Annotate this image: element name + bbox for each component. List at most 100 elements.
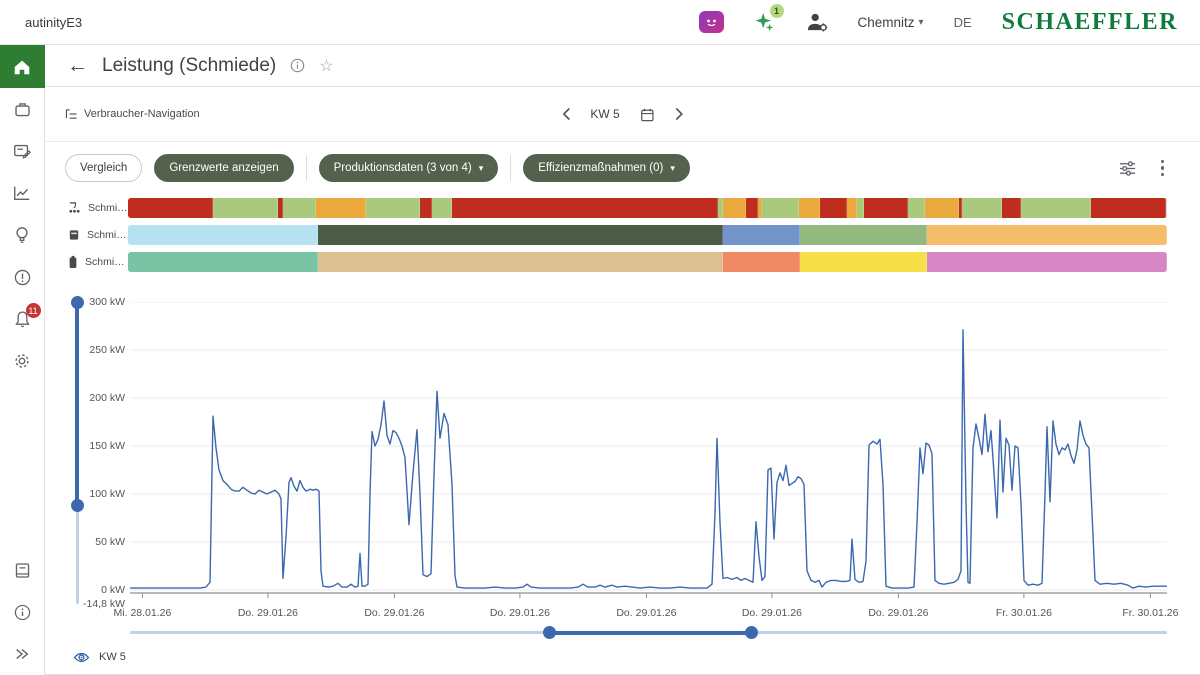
prev-week-button[interactable] [561, 107, 570, 121]
sidebar-item-alarms[interactable] [0, 256, 45, 298]
gantt-segment[interactable] [723, 225, 800, 245]
gantt-segment[interactable] [318, 252, 723, 272]
sidebar-item-reports[interactable] [0, 130, 45, 172]
gantt-row-label[interactable]: Schmi… [45, 255, 128, 269]
gantt-segment[interactable] [857, 198, 864, 218]
ai-sparkle-button[interactable]: 1 [754, 11, 776, 33]
compare-button[interactable]: Vergleich [65, 154, 142, 182]
gantt-segment[interactable] [746, 198, 758, 218]
production-data-dropdown[interactable]: Produktionsdaten (3 von 4)▾ [319, 154, 499, 182]
gantt-segment[interactable] [723, 198, 746, 218]
gantt-row: Schmi… [45, 221, 1200, 248]
gantt-segment[interactable] [1002, 198, 1021, 218]
location-label: Chemnitz [858, 15, 915, 30]
h-slider-handle-left[interactable] [543, 626, 556, 639]
plot-region[interactable] [130, 302, 1167, 604]
next-week-button[interactable] [675, 107, 684, 121]
gantt-segment[interactable] [847, 198, 857, 218]
sidebar-item-charts[interactable] [0, 172, 45, 214]
info-icon [13, 603, 32, 622]
sidebar-item-info[interactable] [0, 591, 45, 633]
back-button[interactable]: ← [67, 55, 88, 76]
efficiency-dropdown[interactable]: Effizienzmaßnahmen (0)▾ [523, 154, 690, 182]
toolbar-divider [510, 155, 511, 181]
gantt-row-text: Schmi… [85, 256, 125, 268]
legend-week-label: KW 5 [99, 651, 126, 663]
eye-visibility-icon[interactable] [73, 651, 90, 664]
gantt-segment[interactable] [723, 252, 800, 272]
gantt-segment[interactable] [908, 198, 926, 218]
brand-logo: SCHAEFFLER [1002, 9, 1178, 36]
gantt-segment[interactable] [1021, 198, 1091, 218]
gantt-segment[interactable] [128, 252, 318, 272]
consumer-navigation-button[interactable]: Verbraucher-Navigation [65, 108, 200, 120]
production-gantt: Schmi… Schmi… Schmi… [45, 194, 1200, 275]
gantt-segment[interactable] [318, 225, 723, 245]
language-selector[interactable]: DE [954, 15, 972, 30]
gantt-segment[interactable] [762, 198, 799, 218]
x-axis-label: Do. 29.01.26 [238, 607, 298, 619]
x-axis-label: Fr. 30.01.26 [1122, 607, 1178, 619]
battery-icon [68, 255, 78, 269]
gantt-segment[interactable] [128, 225, 318, 245]
y-axis-label: 100 kW [53, 488, 125, 500]
gantt-row-label[interactable]: Schmi… [45, 201, 128, 214]
title-info-icon[interactable] [290, 58, 305, 73]
v-slider-handle-bottom[interactable] [71, 499, 84, 512]
tree-nav-icon [65, 108, 78, 120]
sidebar-item-home[interactable] [0, 45, 45, 88]
sidebar-item-notifications[interactable]: 11 [0, 298, 45, 340]
gantt-bar[interactable] [128, 252, 1167, 272]
sidebar-expand-button[interactable] [0, 633, 45, 675]
gantt-segment[interactable] [128, 198, 213, 218]
gantt-bar[interactable] [128, 225, 1167, 245]
user-gear-icon [806, 12, 828, 32]
gantt-segment[interactable] [962, 198, 1002, 218]
limits-button[interactable]: Grenzwerte anzeigen [154, 154, 293, 182]
chat-assistant-button[interactable] [699, 11, 724, 33]
gantt-segment[interactable] [925, 198, 959, 218]
production-label: Produktionsdaten (3 von 4) [334, 162, 472, 174]
x-axis-label: Do. 29.01.26 [616, 607, 676, 619]
user-settings-button[interactable] [806, 12, 828, 32]
exclamation-circle-icon [13, 268, 32, 287]
chat-bot-icon [699, 11, 724, 33]
gantt-segment[interactable] [316, 198, 366, 218]
sidebar-item-manual[interactable] [0, 549, 45, 591]
gantt-segment[interactable] [927, 225, 1167, 245]
x-axis-label: Do. 29.01.26 [490, 607, 550, 619]
gantt-segment[interactable] [213, 198, 278, 218]
gantt-bar[interactable] [128, 198, 1167, 218]
more-options-button[interactable] [1159, 158, 1167, 179]
chart-card: Vergleich Grenzwerte anzeigen Produktion… [45, 141, 1200, 675]
sidebar-item-settings[interactable] [0, 340, 45, 382]
limits-label: Grenzwerte anzeigen [169, 162, 278, 174]
chevron-down-icon: ▾ [919, 17, 924, 28]
gantt-segment[interactable] [1091, 198, 1166, 218]
tune-filter-icon[interactable] [1118, 160, 1137, 177]
gantt-segment[interactable] [864, 198, 908, 218]
chevron-down-icon: ▾ [670, 163, 675, 174]
sidebar-item-insights[interactable] [0, 214, 45, 256]
gantt-segment[interactable] [366, 198, 420, 218]
h-slider-handle-right[interactable] [745, 626, 758, 639]
sidebar-item-projects[interactable] [0, 88, 45, 130]
chart-toolbar: Vergleich Grenzwerte anzeigen Produktion… [45, 142, 1200, 188]
gantt-row-label[interactable]: Schmi… [45, 228, 128, 241]
location-selector[interactable]: Chemnitz ▾ [858, 15, 924, 30]
calendar-picker-button[interactable] [640, 107, 655, 122]
favorite-star-icon[interactable]: ☆ [319, 56, 333, 76]
gantt-segment[interactable] [283, 198, 316, 218]
gantt-segment[interactable] [420, 198, 432, 218]
case-icon [13, 100, 32, 119]
gantt-segment[interactable] [432, 198, 452, 218]
gantt-segment[interactable] [800, 252, 927, 272]
gantt-segment[interactable] [799, 198, 820, 218]
gantt-segment[interactable] [820, 198, 847, 218]
gantt-segment[interactable] [927, 252, 1167, 272]
calendar-icon [640, 107, 655, 122]
gantt-segment[interactable] [452, 198, 718, 218]
x-axis-range-slider[interactable] [130, 624, 1167, 640]
h-slider-selection[interactable] [549, 631, 751, 635]
gantt-segment[interactable] [800, 225, 927, 245]
